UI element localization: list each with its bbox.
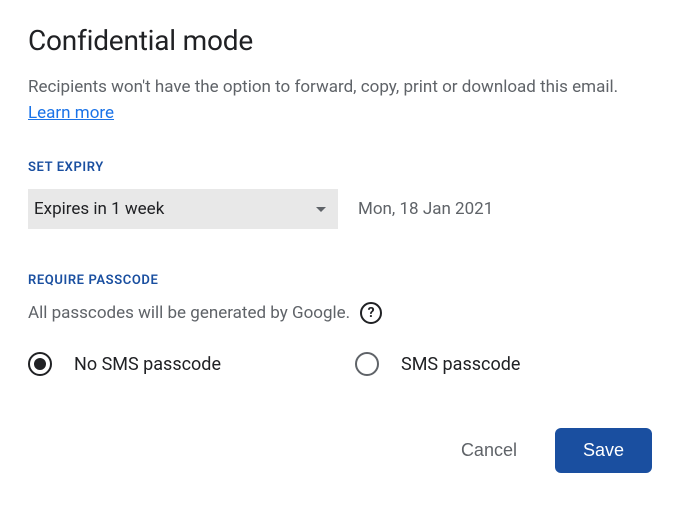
set-expiry-label: SET EXPIRY	[28, 160, 652, 175]
passcode-description: All passcodes will be generated by Googl…	[28, 303, 350, 323]
chevron-down-icon	[316, 207, 326, 212]
radio-selected-dot	[34, 358, 46, 370]
require-passcode-label: REQUIRE PASSCODE	[28, 273, 652, 288]
cancel-button[interactable]: Cancel	[455, 432, 523, 469]
passcode-description-row: All passcodes will be generated by Googl…	[28, 302, 652, 324]
expiry-dropdown[interactable]: Expires in 1 week	[28, 189, 338, 229]
dialog-title: Confidential mode	[28, 24, 652, 57]
radio-icon	[28, 352, 52, 376]
expiry-date-text: Mon, 18 Jan 2021	[358, 199, 493, 219]
dialog-button-row: Cancel Save	[28, 428, 652, 473]
learn-more-link[interactable]: Learn more	[28, 103, 114, 123]
help-icon[interactable]: ?	[360, 302, 382, 324]
radio-icon	[355, 352, 379, 376]
save-button[interactable]: Save	[555, 428, 652, 473]
description-text: Recipients won't have the option to forw…	[28, 77, 618, 97]
dialog-description: Recipients won't have the option to forw…	[28, 75, 652, 126]
passcode-radio-group: No SMS passcode SMS passcode	[28, 352, 652, 376]
expiry-dropdown-value: Expires in 1 week	[34, 199, 164, 219]
radio-label-no-sms: No SMS passcode	[74, 354, 221, 375]
expiry-row: Expires in 1 week Mon, 18 Jan 2021	[28, 189, 652, 229]
radio-sms-passcode[interactable]: SMS passcode	[355, 352, 520, 376]
radio-label-sms: SMS passcode	[401, 354, 520, 375]
radio-no-sms-passcode[interactable]: No SMS passcode	[28, 352, 221, 376]
